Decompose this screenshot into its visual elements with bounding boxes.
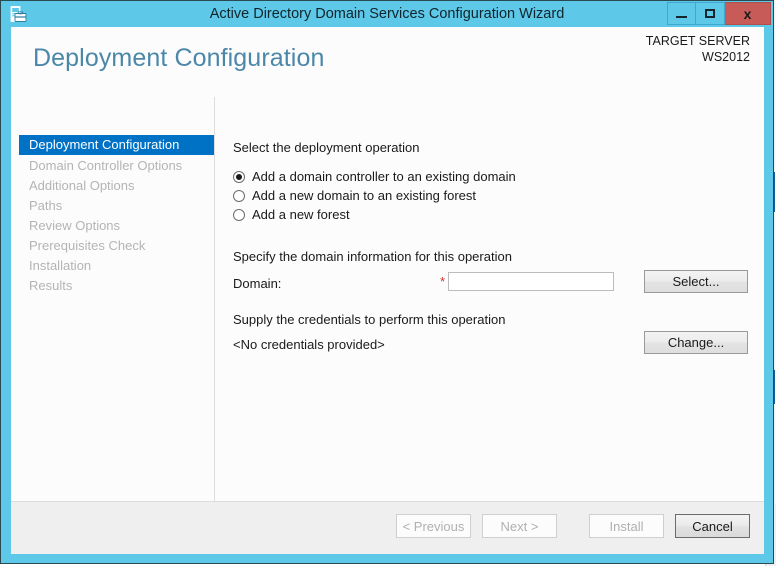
select-domain-button[interactable]: Select... bbox=[644, 270, 748, 293]
sidebar-item-results: Results bbox=[11, 276, 214, 295]
wizard-body: Deployment Configuration Domain Controll… bbox=[11, 97, 764, 502]
caption-button-group: x bbox=[667, 2, 771, 25]
server-wizard-icon bbox=[9, 5, 27, 23]
sidebar-item-label: Additional Options bbox=[29, 178, 135, 193]
radio-selected-icon bbox=[233, 171, 245, 183]
sidebar-item-deployment-configuration[interactable]: Deployment Configuration bbox=[19, 135, 214, 155]
wizard-content-pane: Select the deployment operation Add a do… bbox=[216, 97, 764, 502]
radio-add-new-domain[interactable]: Add a new domain to an existing forest bbox=[233, 188, 476, 203]
target-server-name: WS2012 bbox=[646, 49, 750, 65]
maximize-button[interactable] bbox=[696, 2, 725, 25]
sidebar-item-label: Deployment Configuration bbox=[29, 137, 179, 152]
wizard-steps-list: Deployment Configuration Domain Controll… bbox=[11, 97, 214, 295]
wizard-steps-sidebar: Deployment Configuration Domain Controll… bbox=[11, 97, 215, 502]
sidebar-item-label: Domain Controller Options bbox=[29, 158, 182, 173]
maximize-icon bbox=[705, 9, 715, 18]
install-button[interactable]: Install bbox=[589, 514, 664, 538]
domain-input[interactable] bbox=[448, 272, 614, 291]
radio-label: Add a domain controller to an existing d… bbox=[252, 169, 516, 184]
cancel-button[interactable]: Cancel bbox=[675, 514, 750, 538]
minimize-icon bbox=[676, 16, 687, 18]
credentials-status-text: <No credentials provided> bbox=[233, 337, 385, 352]
radio-label: Add a new forest bbox=[252, 207, 350, 222]
wizard-footer: < Previous Next > Install Cancel bbox=[11, 501, 764, 554]
credentials-section-heading: Supply the credentials to perform this o… bbox=[233, 312, 505, 327]
radio-label: Add a new domain to an existing forest bbox=[252, 188, 476, 203]
window-title: Active Directory Domain Services Configu… bbox=[1, 1, 773, 27]
close-icon: x bbox=[744, 6, 752, 22]
sidebar-item-paths: Paths bbox=[11, 196, 214, 215]
change-credentials-button[interactable]: Change... bbox=[644, 331, 748, 354]
minimize-button[interactable] bbox=[667, 2, 696, 25]
required-asterisk-icon: * bbox=[440, 275, 445, 288]
sidebar-item-prerequisites-check: Prerequisites Check bbox=[11, 236, 214, 255]
previous-button[interactable]: < Previous bbox=[396, 514, 471, 538]
radio-add-new-forest[interactable]: Add a new forest bbox=[233, 207, 350, 222]
radio-add-domain-controller[interactable]: Add a domain controller to an existing d… bbox=[233, 169, 516, 184]
page-title: Deployment Configuration bbox=[33, 44, 324, 73]
deployment-operation-heading: Select the deployment operation bbox=[233, 140, 419, 155]
sidebar-item-label: Prerequisites Check bbox=[29, 238, 145, 253]
radio-unselected-icon bbox=[233, 209, 245, 221]
target-server-label: TARGET SERVER bbox=[646, 33, 750, 49]
next-button[interactable]: Next > bbox=[482, 514, 557, 538]
target-server-info: TARGET SERVER WS2012 bbox=[646, 33, 750, 65]
sidebar-item-domain-controller-options: Domain Controller Options bbox=[11, 156, 214, 175]
domain-section-heading: Specify the domain information for this … bbox=[233, 249, 512, 264]
close-button[interactable]: x bbox=[725, 2, 771, 25]
sidebar-item-additional-options: Additional Options bbox=[11, 176, 214, 195]
footer-button-group: < Previous Next > Install Cancel bbox=[385, 514, 750, 538]
wizard-client-area: Deployment Configuration TARGET SERVER W… bbox=[11, 27, 764, 554]
radio-unselected-icon bbox=[233, 190, 245, 202]
sidebar-item-review-options: Review Options bbox=[11, 216, 214, 235]
sidebar-item-label: Results bbox=[29, 278, 72, 293]
domain-field-label: Domain: bbox=[233, 276, 281, 291]
sidebar-item-label: Paths bbox=[29, 198, 62, 213]
page-header: Deployment Configuration TARGET SERVER W… bbox=[11, 27, 764, 97]
sidebar-item-label: Installation bbox=[29, 258, 91, 273]
sidebar-item-installation: Installation bbox=[11, 256, 214, 275]
title-bar[interactable]: Active Directory Domain Services Configu… bbox=[1, 1, 773, 27]
sidebar-item-label: Review Options bbox=[29, 218, 120, 233]
wizard-window: Active Directory Domain Services Configu… bbox=[0, 0, 774, 564]
